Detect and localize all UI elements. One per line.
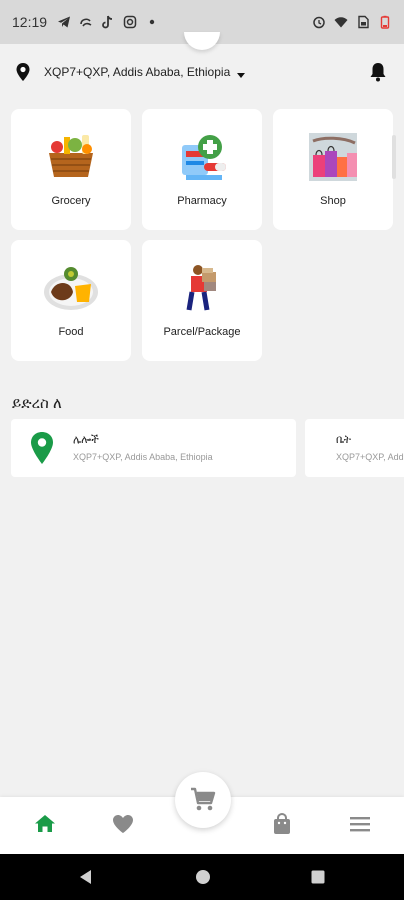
wifi-icon	[334, 15, 348, 29]
location-pin-icon	[14, 62, 32, 82]
alarm-icon	[312, 15, 326, 29]
recents-icon[interactable]	[310, 869, 326, 890]
status-time: 12:19	[12, 14, 48, 30]
category-label: Parcel/Package	[163, 326, 241, 338]
pharmacy-icon	[182, 135, 226, 180]
home-icon[interactable]	[33, 812, 57, 836]
tiktok-icon	[101, 15, 115, 29]
dot-icon	[145, 15, 159, 29]
category-label: Pharmacy	[177, 195, 227, 207]
menu-icon[interactable]	[348, 812, 372, 836]
current-location-text[interactable]: XQP7+QXP, Addis Ababa, Ethiopia	[44, 65, 230, 79]
category-card-pharmacy[interactable]: Pharmacy	[142, 109, 262, 230]
address-card-other[interactable]: ሌሎች XQP7+QXP, Addis Ababa, Ethiopia	[11, 419, 296, 477]
cart-button[interactable]	[175, 772, 231, 828]
delivery-person-icon	[186, 265, 216, 311]
category-card-food[interactable]: Food	[11, 240, 131, 361]
cart-icon	[191, 787, 216, 811]
food-plate-icon	[44, 267, 98, 310]
back-icon[interactable]	[78, 869, 94, 890]
instagram-icon	[123, 15, 137, 29]
category-label: Shop	[320, 195, 346, 207]
category-label: Food	[58, 326, 84, 338]
pull-handle[interactable]	[184, 32, 220, 50]
battery-icon	[378, 15, 392, 29]
home-circle-icon[interactable]	[195, 869, 211, 890]
category-card-shop[interactable]: Shop	[273, 109, 393, 230]
category-card-grocery[interactable]: Grocery	[11, 109, 131, 230]
location-pin-icon	[31, 432, 53, 464]
location-header[interactable]: XQP7+QXP, Addis Ababa, Ethiopia	[14, 58, 390, 86]
caret-down-icon[interactable]	[236, 67, 246, 78]
category-card-parcel[interactable]: Parcel/Package	[142, 240, 262, 361]
bell-icon[interactable]	[366, 60, 390, 84]
address-name: ሌሎች	[73, 434, 99, 446]
sim-icon	[356, 15, 370, 29]
ethio-icon	[79, 15, 93, 29]
heart-icon[interactable]	[111, 812, 135, 836]
address-name: ቤት	[336, 434, 352, 446]
shopping-bag-icon[interactable]	[270, 812, 294, 836]
address-card-home[interactable]: ቤት XQP7+QXP, Addis Ababa, Ethiopia	[305, 419, 404, 477]
address-text: XQP7+QXP, Addis Ababa, Ethiopia	[73, 452, 213, 462]
shopping-bags-icon	[309, 133, 357, 181]
system-navigation-bar	[0, 854, 404, 900]
telegram-icon	[57, 15, 71, 29]
scrollbar-thumb[interactable]	[392, 135, 396, 179]
address-text: XQP7+QXP, Addis Ababa, Ethiopia	[336, 452, 404, 462]
category-label: Grocery	[51, 195, 91, 207]
delivery-section-title: ይድረስ ለ	[12, 395, 62, 412]
grocery-basket-icon	[49, 135, 93, 177]
